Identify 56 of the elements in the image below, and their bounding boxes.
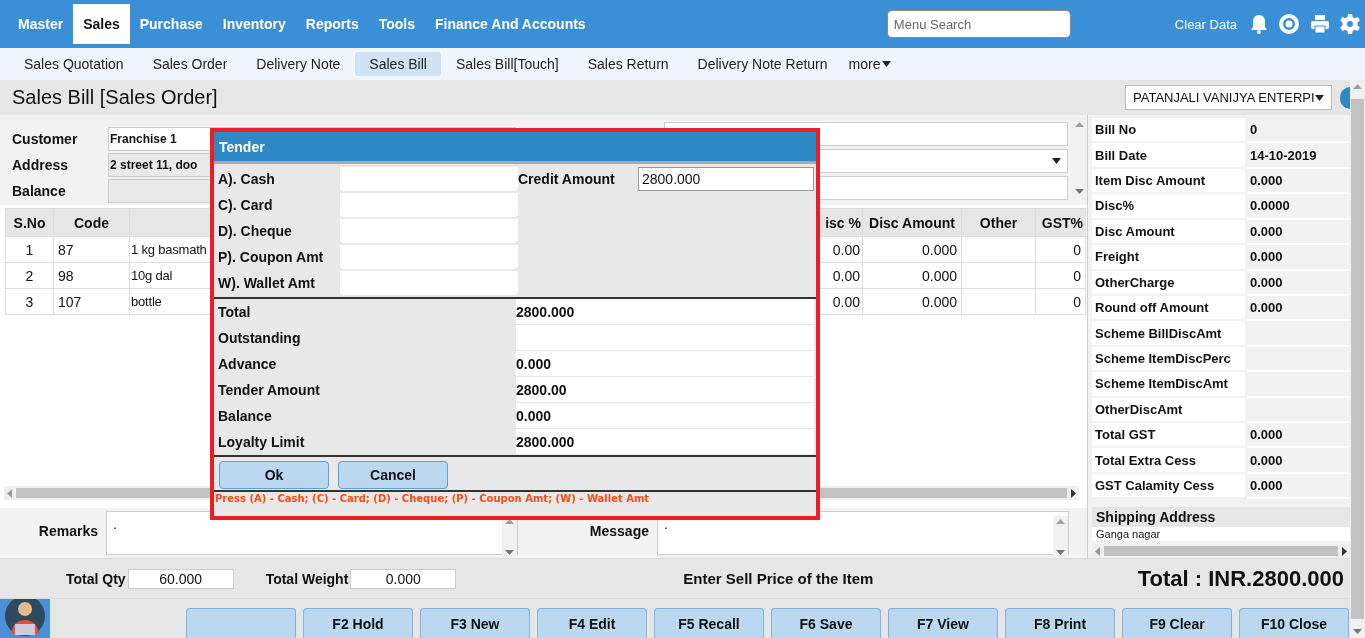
field-label: Credit Amount (518, 170, 616, 189)
field-label: Outstanding (218, 329, 302, 348)
shortcut-hint: Press (A) - Cash; (C) - Card; (D) - Cheque; (P) - Coupon Amt; (W) - Wallet Amt (214, 490, 816, 504)
summary-label: Disc% (1092, 194, 1247, 220)
value-field: 0.000 (516, 351, 814, 377)
section-heading: Shipping Address (1092, 507, 1350, 528)
summary-label: Scheme ItemDiscPerc (1092, 346, 1247, 373)
summary-label: Scheme BillDiscAmt (1092, 321, 1247, 347)
summary-label: Disc Amount (1092, 219, 1247, 246)
summary-label: Bill Date (1092, 143, 1247, 169)
value-field: 2800.000 (516, 429, 814, 455)
summary-label: Bill No (1092, 118, 1247, 144)
table-cell: 98 (53, 262, 130, 289)
table-cell: 0.000 (862, 236, 962, 263)
table-cell: 0.000 (862, 262, 962, 289)
table-cell: 0.000 (862, 288, 962, 315)
summary-label: Total GST (1092, 423, 1247, 449)
summary-label: OtherCharge (1092, 270, 1247, 296)
page-title: Sales Bill [Sales Order] (12, 86, 218, 109)
summary-label: Total Extra Cess (1092, 448, 1247, 474)
field-label: Message (588, 522, 650, 539)
value-field: 2800.00 (516, 377, 814, 403)
field-label: Total Weight (265, 570, 349, 587)
column-header: Disc Amount (862, 208, 962, 237)
field-label: Loyalty Limit (218, 433, 306, 452)
summary-label: OtherDiscAmt (1092, 397, 1247, 424)
dialog-title: Tender (214, 132, 816, 164)
column-header: Other (961, 208, 1036, 237)
table-cell: 3 (5, 288, 54, 315)
grand-total: Total : INR.2800.000 (1137, 565, 1344, 592)
field-label: Remarks (37, 522, 99, 539)
table-cell: 1 (5, 236, 54, 263)
address-text: Ganga nagar (1092, 527, 1350, 542)
summary-label: Round off Amount (1092, 295, 1247, 322)
summary-label: GST Calamity Cess (1092, 473, 1247, 500)
summary-label: Scheme ItemDiscAmt (1092, 372, 1247, 398)
column-header: GST% (1035, 208, 1086, 237)
field-label: A). Cash (218, 170, 276, 189)
field-label: C). Card (218, 196, 274, 215)
table-cell: 2 (5, 262, 54, 289)
value-field: 2800.000 (516, 299, 814, 325)
field-label: Advance (218, 355, 278, 374)
table-cell: 87 (53, 236, 130, 263)
field-label: Address (12, 156, 70, 175)
summary-label: Freight (1092, 245, 1247, 271)
column-header: Code (53, 208, 130, 237)
field-label: Total Qty (66, 570, 126, 587)
column-header: S.No (5, 208, 54, 237)
status-text: Enter Sell Price of the Item (683, 570, 874, 587)
field-label: Balance (12, 182, 67, 201)
table-cell: 107 (53, 288, 130, 315)
field-label: Customer (12, 130, 79, 149)
field-label: Balance (218, 407, 273, 426)
summary-label: Item Disc Amount (1092, 168, 1247, 195)
value-field: 0.000 (516, 403, 814, 429)
field-label: Tender Amount (218, 381, 321, 400)
